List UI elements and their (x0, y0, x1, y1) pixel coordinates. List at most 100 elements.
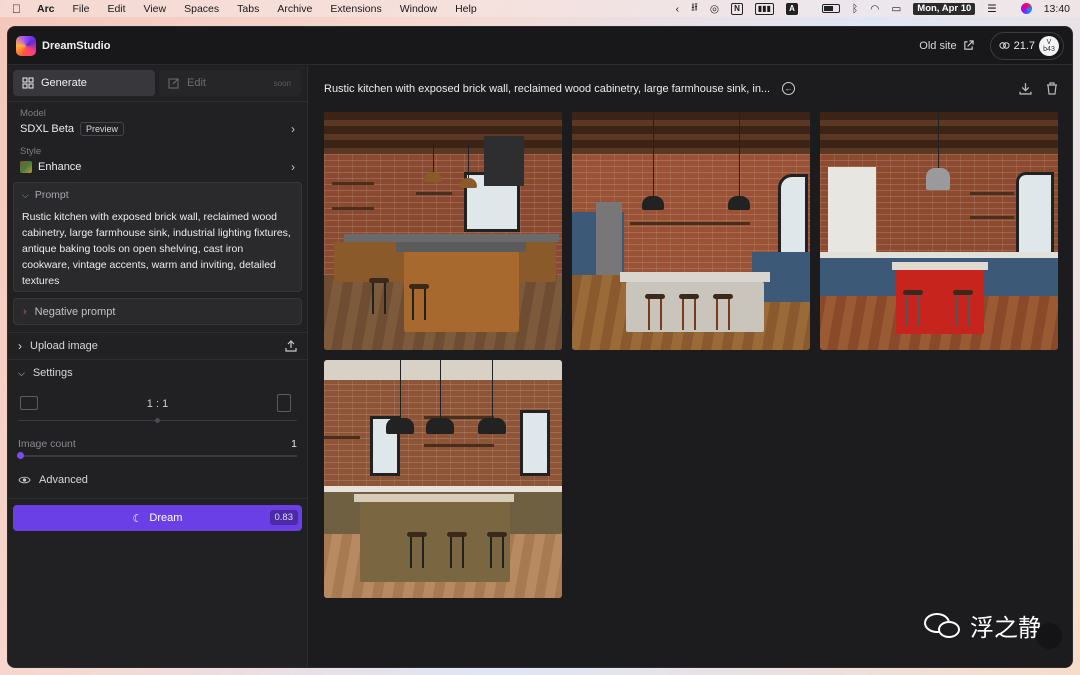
dream-label: Dream (149, 512, 183, 524)
bluetooth-icon[interactable]: ᛒ (852, 3, 858, 15)
advanced-label: Advanced (39, 474, 88, 486)
dream-cost-badge: 0.83 (269, 510, 298, 525)
pendant-lamp (459, 178, 477, 188)
menu-arc[interactable]: Arc (37, 3, 55, 15)
shelf (630, 222, 750, 225)
image-count-label: Image count (18, 438, 76, 450)
external-link-icon (963, 40, 974, 50)
generation-title: Rustic kitchen with exposed brick wall, … (324, 82, 771, 95)
credits-badge[interactable]: 21.7 V b43 (989, 31, 1064, 60)
lamp-cord (653, 112, 654, 196)
fork-icon[interactable]: ⭿ (691, 0, 698, 18)
tab-edit-label: Edit (187, 77, 206, 89)
negative-prompt-toggle[interactable]: › Negative prompt (13, 298, 302, 325)
bar-stool (713, 294, 733, 330)
range-hood (484, 136, 524, 186)
kitchen-image-2[interactable] (572, 112, 810, 350)
chevron-right-icon: › (18, 339, 22, 353)
ceiling-beams (820, 112, 1058, 154)
advanced-toggle[interactable]: Advanced (8, 467, 307, 493)
shelf (332, 207, 374, 210)
dream-button[interactable]: ☾ Dream 0.83 (13, 505, 302, 531)
back-counter (344, 234, 559, 242)
menu-archive[interactable]: Archive (277, 3, 312, 15)
negative-prompt-label: Negative prompt (34, 305, 116, 318)
avatar-text: V b43 (1043, 38, 1055, 53)
input-source-icon[interactable]: A (786, 2, 798, 15)
wifi-icon[interactable]: ◠ (870, 3, 879, 15)
divider (8, 498, 307, 499)
image-count-track[interactable] (18, 455, 297, 457)
wechat-icon[interactable]: ◎ (710, 3, 719, 15)
control-center-icon[interactable]: ☰ (987, 3, 996, 15)
old-site-link[interactable]: Old site (919, 39, 974, 52)
settings-toggle[interactable]: ⌵ Settings (8, 360, 307, 386)
menu-help[interactable]: Help (455, 3, 477, 15)
lamp-cord (492, 360, 493, 418)
image-count-handle[interactable] (17, 452, 24, 459)
menu-edit[interactable]: Edit (107, 3, 125, 15)
app-window: DreamStudio Old site 21.7 V b43 Generate… (7, 26, 1073, 668)
apple-icon[interactable]:  (12, 2, 21, 16)
shelf (970, 216, 1014, 219)
keyboard-icon[interactable]: ▮▮▮ (754, 2, 775, 15)
display-icon[interactable]: ▭ (891, 3, 901, 15)
tab-generate-label: Generate (41, 77, 87, 89)
scroll-button[interactable] (1036, 623, 1062, 649)
kitchen-image-1[interactable] (324, 112, 562, 350)
menu-view[interactable]: View (144, 3, 167, 15)
prompt-input[interactable]: Rustic kitchen with exposed brick wall, … (22, 209, 293, 289)
shelf (424, 444, 494, 447)
window (1016, 172, 1054, 256)
kitchen-image-4[interactable] (324, 360, 562, 598)
tab-generate[interactable]: Generate (13, 70, 155, 96)
pendant-lamp (426, 418, 454, 434)
ceiling-beams (324, 112, 562, 154)
lamp-cord (938, 112, 939, 168)
download-icon[interactable] (1019, 82, 1032, 95)
chevron-down-icon[interactable]: ⌵ (22, 190, 29, 201)
menu-window[interactable]: Window (400, 3, 437, 15)
notion-icon[interactable]: N (731, 2, 743, 15)
style-selector[interactable]: Enhance › (8, 157, 307, 175)
main-panel: Rustic kitchen with exposed brick wall, … (309, 66, 1072, 667)
aspect-ratio-handle[interactable] (155, 418, 160, 423)
prompt-label: Prompt (34, 189, 69, 201)
image-count-slider[interactable]: Image count 1 (17, 434, 297, 464)
preview-badge: Preview (80, 122, 125, 136)
clock[interactable]: 13:40 (1044, 3, 1070, 15)
model-selector[interactable]: SDXL Beta Preview › (8, 119, 307, 137)
trash-icon[interactable] (1046, 82, 1058, 95)
upload-icon[interactable] (285, 340, 297, 352)
chevron-right-icon: › (291, 160, 295, 174)
menu-file[interactable]: File (73, 3, 90, 15)
aspect-ratio-control[interactable]: 1 : 1 (18, 386, 297, 434)
chevron-down-icon: ⌵ (18, 367, 25, 378)
top-bar: DreamStudio Old site 21.7 V b43 (8, 27, 1072, 65)
window (520, 410, 550, 476)
menu-extensions[interactable]: Extensions (330, 3, 381, 15)
grid-icon (22, 77, 34, 89)
chevron-left-icon[interactable]: ‹ (676, 3, 680, 15)
date-display[interactable]: Mon, Apr 10 (913, 2, 976, 15)
menu-spaces[interactable]: Spaces (184, 3, 219, 15)
sidebar: Generate Edit soon Model SDXL Beta Previ… (8, 66, 308, 667)
back-icon[interactable]: ← (782, 82, 796, 95)
credits-icon (999, 42, 1010, 49)
lamp-cord (739, 112, 740, 196)
upload-image-row[interactable]: › Upload image (8, 333, 307, 359)
battery-icon[interactable] (810, 4, 840, 13)
bar-stool (487, 532, 507, 568)
tab-edit[interactable]: Edit soon (159, 70, 301, 96)
prompt-box[interactable]: ⌵ Prompt Rustic kitchen with exposed bri… (13, 182, 302, 292)
menu-tabs[interactable]: Tabs (237, 3, 259, 15)
dreamstudio-logo-icon (16, 35, 36, 56)
avatar[interactable]: V b43 (1039, 35, 1059, 56)
brand[interactable]: DreamStudio (16, 35, 110, 56)
kitchen-image-3[interactable] (820, 112, 1058, 350)
siri-icon[interactable] (1009, 3, 1032, 14)
lamp-cord (468, 142, 469, 178)
portrait-icon[interactable] (277, 394, 291, 412)
old-site-label: Old site (919, 39, 957, 52)
bar-stool (409, 284, 429, 320)
